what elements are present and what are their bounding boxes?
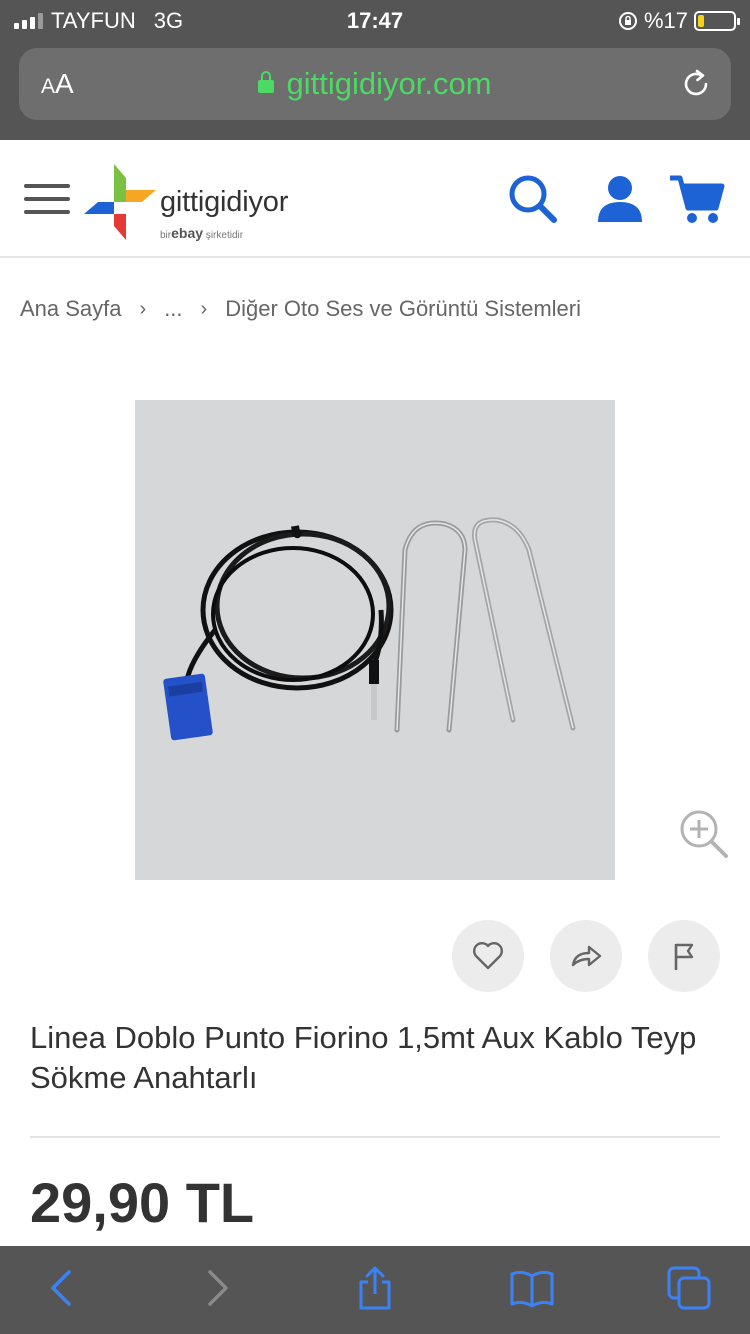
divider xyxy=(30,1136,720,1138)
reload-icon[interactable] xyxy=(679,67,713,101)
user-icon[interactable] xyxy=(590,168,650,228)
breadcrumb: Ana Sayfa › ... › Diğer Oto Ses ve Görün… xyxy=(20,296,581,322)
search-icon[interactable] xyxy=(502,168,562,228)
share-icon xyxy=(571,945,602,967)
address-bar[interactable]: AA gittigidiyor.com xyxy=(19,48,731,120)
cart-icon[interactable] xyxy=(668,168,728,228)
url-field[interactable]: gittigidiyor.com xyxy=(19,66,731,102)
chevron-right-icon: › xyxy=(200,297,208,320)
tabs-icon xyxy=(667,1266,711,1310)
favorite-button[interactable] xyxy=(452,920,524,992)
breadcrumb-category[interactable]: Diğer Oto Ses ve Görüntü Sistemleri xyxy=(225,296,581,322)
logo-tagline: birebay şirketidir xyxy=(160,225,244,241)
heart-icon xyxy=(473,942,503,970)
product-photo xyxy=(163,517,576,741)
share-icon xyxy=(359,1266,391,1310)
forward-button[interactable] xyxy=(190,1264,246,1312)
browser-toolbar xyxy=(0,1246,750,1334)
pinwheel-logo-icon xyxy=(84,164,156,240)
orientation-lock-icon xyxy=(618,12,637,30)
product-image[interactable] xyxy=(135,400,615,880)
product-price: 29,90 TL xyxy=(30,1171,255,1234)
forward-icon xyxy=(208,1270,228,1306)
share-product-button[interactable] xyxy=(550,920,622,992)
breadcrumb-ellipsis[interactable]: ... xyxy=(164,296,182,322)
share-button[interactable] xyxy=(347,1264,403,1312)
battery-percent: %17 xyxy=(643,8,688,33)
zoom-in-icon[interactable] xyxy=(678,808,730,860)
chevron-right-icon: › xyxy=(139,297,147,320)
url-text: gittigidiyor.com xyxy=(286,66,492,101)
back-icon xyxy=(51,1270,71,1306)
site-logo[interactable]: gittigidiyor birebay şirketidir xyxy=(84,162,334,242)
back-button[interactable] xyxy=(33,1264,89,1312)
status-bar-right: %17 xyxy=(618,8,740,34)
bookmarks-icon xyxy=(510,1270,554,1308)
tabs-button[interactable] xyxy=(661,1264,717,1312)
menu-icon[interactable] xyxy=(24,184,70,214)
logo-wordmark: gittigidiyor xyxy=(160,186,289,218)
product-title: Linea Doblo Punto Fiorino 1,5mt Aux Kabl… xyxy=(30,1020,697,1095)
breadcrumb-home[interactable]: Ana Sayfa xyxy=(20,296,122,322)
lock-icon xyxy=(258,71,275,93)
battery-level xyxy=(698,15,704,27)
site-header: gittigidiyor birebay şirketidir xyxy=(0,140,750,258)
browser-top-chrome: TAYFUN 3G 17:47 %17 AA gittigidiyor.com xyxy=(0,0,750,140)
bookmarks-button[interactable] xyxy=(504,1264,560,1312)
battery-icon xyxy=(694,11,740,31)
report-button[interactable] xyxy=(648,920,720,992)
flag-icon xyxy=(674,943,694,970)
status-bar: TAYFUN 3G 17:47 %17 xyxy=(0,0,750,42)
